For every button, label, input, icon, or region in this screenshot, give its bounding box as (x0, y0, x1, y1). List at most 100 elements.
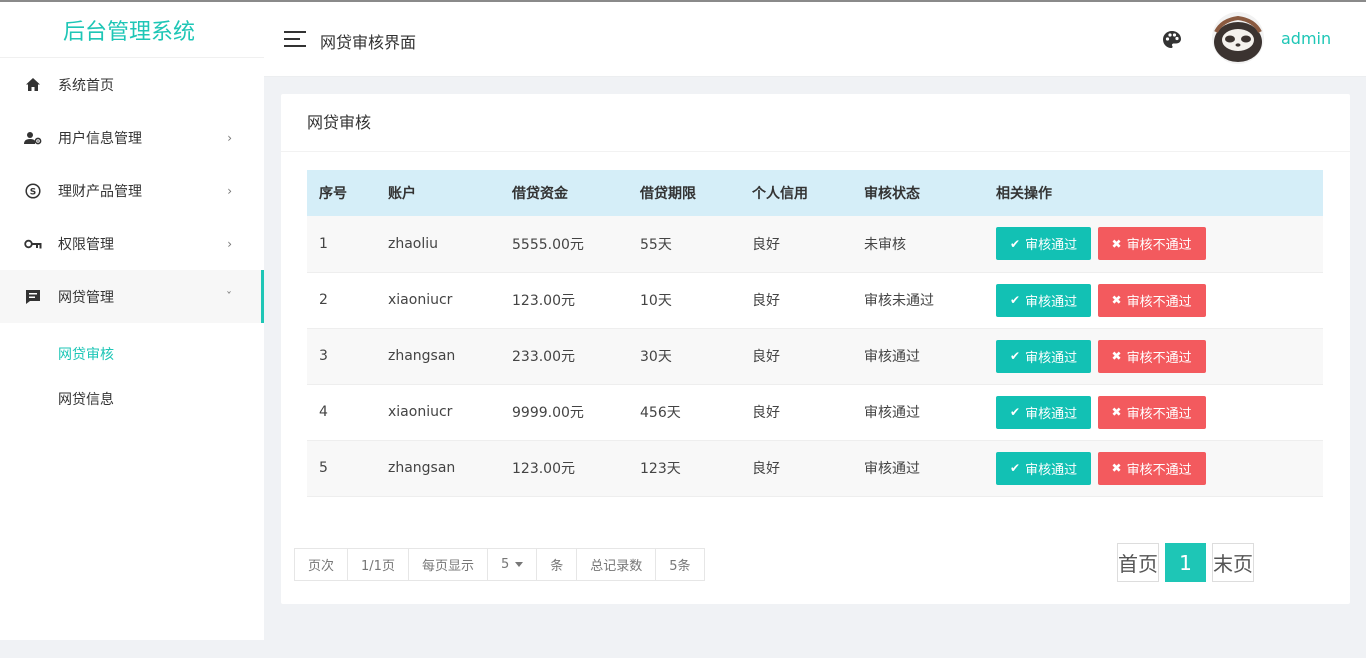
sidebar-item-permissions[interactable]: 权限管理 › (0, 217, 264, 270)
cell-credit: 良好 (740, 328, 852, 385)
approve-label: 审核通过 (1025, 294, 1078, 310)
reject-label: 审核不通过 (1126, 350, 1192, 366)
message-icon (24, 288, 42, 306)
cell-term: 55天 (628, 216, 740, 273)
page-value: 1/1页 (348, 549, 409, 580)
cell-credit: 良好 (740, 440, 852, 497)
approve-button[interactable]: ✔ 审核通过 (996, 339, 1092, 373)
cell-account: zhangsan (376, 440, 500, 497)
per-page-unit: 条 (537, 549, 578, 580)
column-header-id: 序号 (307, 170, 376, 216)
cell-amount: 123.00元 (500, 272, 628, 329)
chevron-down-icon: ˇ (226, 289, 232, 304)
svg-text:S: S (30, 187, 36, 197)
brand-title: 后台管理系统 (0, 2, 264, 58)
page-label: 页次 (295, 549, 349, 580)
pagination: 首页 1 末页 (1117, 543, 1254, 582)
table-row: 4 xiaoniucr 9999.00元 456天 良好 审核通过 ✔ 审核通过 … (307, 384, 1323, 441)
approve-button[interactable]: ✔ 审核通过 (996, 283, 1092, 317)
reject-button[interactable]: ✖ 审核不通过 (1097, 283, 1206, 317)
cell-status: 审核未通过 (852, 272, 984, 329)
username[interactable]: admin (1281, 29, 1331, 48)
reject-button[interactable]: ✖ 审核不通过 (1097, 395, 1206, 429)
sidebar-item-finance-products[interactable]: S 理财产品管理 › (0, 164, 264, 217)
cell-amount: 233.00元 (500, 328, 628, 385)
close-icon: ✖ (1111, 236, 1122, 251)
avatar[interactable] (1212, 12, 1264, 64)
pager-info: 页次 1/1页 每页显示 5 条 总记录数 5条 (294, 548, 705, 581)
sidebar-item-loan-management[interactable]: 网贷管理 ˇ (0, 270, 264, 323)
cell-credit: 良好 (740, 272, 852, 329)
card-title: 网贷审核 (281, 94, 1350, 152)
per-page-value: 5 (500, 557, 510, 572)
close-icon: ✖ (1111, 405, 1122, 419)
cell-term: 123天 (628, 440, 740, 497)
column-header-actions: 相关操作 (984, 170, 1323, 216)
chevron-right-icon: › (227, 130, 232, 145)
sidebar-item-user-management[interactable]: 用户信息管理 › (0, 111, 264, 164)
close-icon: ✖ (1111, 461, 1122, 475)
approve-label: 审核通过 (1025, 406, 1078, 422)
sidebar-item-home[interactable]: 系统首页 (0, 58, 264, 111)
approve-label: 审核通过 (1025, 238, 1078, 254)
per-page-select[interactable]: 5 (488, 549, 538, 580)
approve-button[interactable]: ✔ 审核通过 (996, 227, 1092, 261)
cell-id: 4 (307, 384, 376, 441)
last-page-button[interactable]: 末页 (1212, 543, 1254, 582)
home-icon (24, 76, 42, 94)
column-header-status: 审核状态 (852, 170, 984, 216)
sidebar-item-label: 理财产品管理 (58, 183, 142, 200)
cell-account: xiaoniucr (376, 384, 500, 441)
cell-credit: 良好 (740, 216, 852, 273)
palette-icon[interactable] (1161, 29, 1183, 51)
cell-actions: ✔ 审核通过 ✖ 审核不通过 (984, 384, 1323, 441)
reject-button[interactable]: ✖ 审核不通过 (1097, 451, 1206, 485)
reject-button[interactable]: ✖ 审核不通过 (1097, 227, 1206, 261)
approve-button[interactable]: ✔ 审核通过 (996, 395, 1092, 429)
approve-label: 审核通过 (1025, 350, 1078, 366)
sidebar-item-label: 权限管理 (58, 236, 114, 253)
reject-label: 审核不通过 (1126, 294, 1192, 310)
table-row: 3 zhangsan 233.00元 30天 良好 审核通过 ✔ 审核通过 ✖ 审核… (307, 328, 1323, 385)
top-header: 网贷审核界面 admin (264, 2, 1366, 77)
submenu-item-loan-info[interactable]: 网贷信息 (0, 376, 264, 421)
close-icon: ✖ (1111, 293, 1122, 307)
cell-amount: 9999.00元 (500, 384, 628, 441)
cell-credit: 良好 (740, 384, 852, 441)
sidebar-item-label: 系统首页 (58, 77, 114, 94)
submenu-item-loan-review[interactable]: 网贷审核 (0, 331, 264, 376)
first-page-button[interactable]: 首页 (1117, 543, 1159, 582)
sidebar: 后台管理系统 系统首页 用户信息管理 › S 理财产品管理 › 权限管理 › 网… (0, 2, 264, 640)
approve-label: 审核通过 (1025, 462, 1078, 478)
cell-amount: 123.00元 (500, 440, 628, 497)
check-icon: ✔ (1010, 405, 1021, 419)
reject-label: 审核不通过 (1126, 406, 1192, 422)
approve-button[interactable]: ✔ 审核通过 (996, 451, 1092, 485)
column-header-account: 账户 (376, 170, 500, 216)
cell-amount: 5555.00元 (500, 216, 628, 273)
caret-down-icon (515, 562, 524, 567)
check-icon: ✔ (1010, 236, 1021, 251)
reject-button[interactable]: ✖ 审核不通过 (1097, 339, 1206, 373)
current-page-button[interactable]: 1 (1165, 543, 1206, 582)
table-header-row: 序号 账户 借贷资金 借贷期限 个人信用 审核状态 相关操作 (307, 170, 1323, 216)
menu-toggle-icon[interactable] (284, 30, 306, 48)
cell-term: 30天 (628, 328, 740, 385)
cell-id: 2 (307, 272, 376, 329)
cell-status: 未审核 (852, 216, 984, 273)
cell-status: 审核通过 (852, 440, 984, 497)
total-label: 总记录数 (577, 549, 657, 580)
per-page-label: 每页显示 (409, 549, 488, 580)
cell-actions: ✔ 审核通过 ✖ 审核不通过 (984, 272, 1323, 329)
check-icon: ✔ (1010, 293, 1021, 307)
table-row: 1 zhaoliu 5555.00元 55天 良好 未审核 ✔ 审核通过 ✖ 审核不… (307, 216, 1323, 273)
column-header-term: 借贷期限 (628, 170, 740, 216)
cell-actions: ✔ 审核通过 ✖ 审核不通过 (984, 440, 1323, 497)
loan-review-card: 网贷审核 序号 账户 借贷资金 借贷期限 个人信用 审核状态 相关操作 1 zh… (281, 94, 1350, 604)
sidebar-item-label: 网贷管理 (58, 289, 114, 306)
cell-id: 5 (307, 440, 376, 497)
cell-id: 3 (307, 328, 376, 385)
cell-account: xiaoniucr (376, 272, 500, 329)
chevron-right-icon: › (227, 236, 232, 251)
cell-term: 456天 (628, 384, 740, 441)
